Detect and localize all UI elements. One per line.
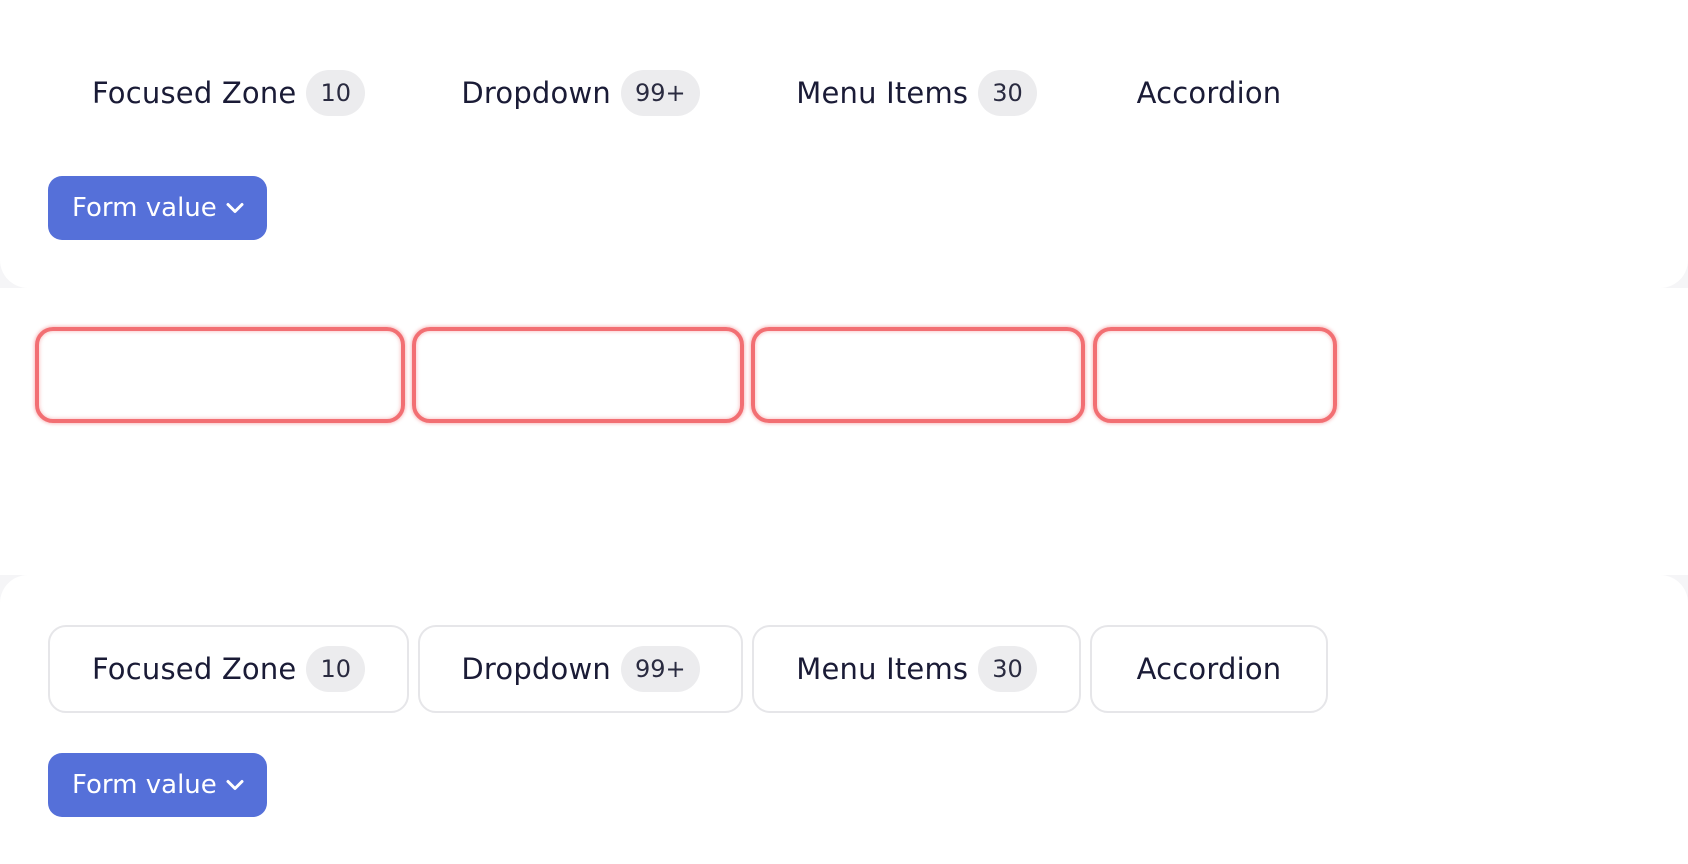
tab-label: Menu Items [796,76,969,110]
tab-menu-items[interactable]: Menu Items 30 [752,49,1081,137]
chevron-down-icon [226,203,244,213]
focus-outline-menu-items [751,327,1085,423]
top-panel: Focused Zone 10 Dropdown 99+ Menu Items … [0,0,1688,288]
count-badge: 30 [978,646,1037,692]
tab-dropdown[interactable]: Dropdown 99+ [418,49,743,137]
count-badge: 10 [306,646,366,692]
tab-accordion[interactable]: Accordion [1090,49,1328,137]
form-value-label: Form value [72,193,217,223]
tab-menu-items[interactable]: Menu Items 30 [752,625,1081,713]
tab-label: Menu Items [796,652,969,686]
focus-outline-accordion [1093,327,1337,423]
tab-row-top: Focused Zone 10 Dropdown 99+ Menu Items … [48,49,1328,137]
tab-label: Accordion [1136,76,1282,110]
count-badge: 30 [978,70,1037,116]
tab-label: Accordion [1136,652,1282,686]
tab-accordion[interactable]: Accordion [1090,625,1328,713]
form-value-button[interactable]: Form value [48,753,267,817]
tab-dropdown[interactable]: Dropdown 99+ [418,625,743,713]
form-value-button[interactable]: Form value [48,176,267,240]
tab-focused-zone[interactable]: Focused Zone 10 [48,49,409,137]
tab-row-bottom: Focused Zone 10 Dropdown 99+ Menu Items … [48,625,1328,713]
focus-outline-focused-zone [35,327,405,423]
tab-label: Dropdown [461,652,611,686]
focus-outline-dropdown [412,327,744,423]
count-badge: 10 [306,70,366,116]
bottom-panel: Focused Zone 10 Dropdown 99+ Menu Items … [0,575,1688,864]
tab-label: Dropdown [461,76,611,110]
count-badge: 99+ [620,70,700,116]
chevron-down-icon [226,780,244,790]
tab-focused-zone[interactable]: Focused Zone 10 [48,625,409,713]
form-value-label: Form value [72,770,217,800]
tab-label: Focused Zone [91,76,297,110]
count-badge: 99+ [620,646,700,692]
tab-label: Focused Zone [91,652,297,686]
